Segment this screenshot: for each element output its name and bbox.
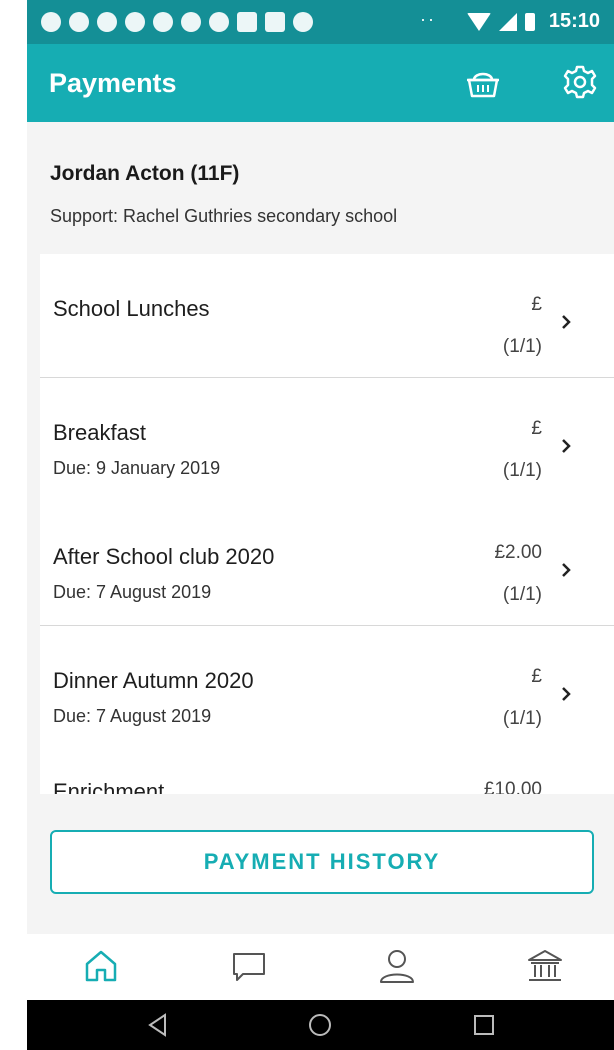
payment-title: Breakfast xyxy=(53,420,146,445)
phone-screen: ·· 15:10 Payments Jordan Acton (11F) Sup… xyxy=(27,0,614,1050)
student-header: Jordan Acton (11F) Support: Rachel Guthr… xyxy=(27,122,614,254)
chat-icon[interactable] xyxy=(229,946,269,986)
chrome-icon xyxy=(125,12,145,32)
chrome-icon xyxy=(97,12,117,32)
page-title: Payments xyxy=(49,68,177,98)
payment-title: After School club 2020 xyxy=(53,544,275,569)
payment-title: School Lunches xyxy=(53,296,210,321)
whatsapp-icon xyxy=(293,12,313,32)
chrome-icon xyxy=(41,12,61,32)
mail-icon xyxy=(237,12,257,32)
student-support: Support: Rachel Guthries secondary schoo… xyxy=(50,206,398,226)
wifi-icon xyxy=(466,12,491,31)
system-navigation-bar xyxy=(27,1000,614,1050)
basket-icon[interactable] xyxy=(465,68,501,100)
system-status: 15:10 xyxy=(466,10,600,33)
bottom-action-area: PAYMENT HISTORY xyxy=(27,794,614,934)
payment-amount: £2.00 xyxy=(494,542,542,563)
payment-amount: £10.00 xyxy=(483,779,542,794)
home-circle-icon[interactable] xyxy=(307,1012,333,1038)
payment-due: Due: 9 January 2019 xyxy=(53,458,221,478)
more-notifications-indicator: ·· xyxy=(420,9,436,29)
payment-count: (1/1) xyxy=(502,584,542,605)
back-icon[interactable] xyxy=(145,1012,171,1038)
image-icon xyxy=(265,12,285,32)
chevron-right-icon xyxy=(562,687,571,701)
chevron-right-icon xyxy=(562,439,571,453)
battery-icon xyxy=(524,12,535,31)
payment-due: Due: 7 August 2019 xyxy=(53,706,212,726)
recents-icon[interactable] xyxy=(471,1012,497,1038)
payment-count: (1/1) xyxy=(502,460,542,481)
payment-history-button[interactable]: PAYMENT HISTORY xyxy=(50,830,594,894)
clock: 15:10 xyxy=(548,10,600,32)
gear-icon[interactable] xyxy=(562,64,598,100)
payment-count: (1/1) xyxy=(502,708,542,729)
list-item[interactable]: School Lunches £ (1/1) xyxy=(40,254,614,378)
signal-icon xyxy=(498,12,517,31)
payment-amount: £ xyxy=(531,294,542,315)
app-bar: Payments xyxy=(27,44,614,122)
payment-amount: £ xyxy=(531,418,542,439)
chrome-icon xyxy=(209,12,229,32)
home-icon[interactable] xyxy=(81,946,121,986)
bank-icon[interactable] xyxy=(525,946,565,986)
chevron-right-icon xyxy=(562,315,571,329)
list-item[interactable]: Enrichment £10.00 xyxy=(40,759,614,794)
bottom-navigation xyxy=(27,934,614,1000)
list-item[interactable]: After School club 2020 Due: 7 August 201… xyxy=(40,502,614,626)
student-name: Jordan Acton (11F) xyxy=(50,162,240,185)
list-item[interactable]: Breakfast Due: 9 January 2019 £ (1/1) xyxy=(40,378,614,502)
chrome-icon xyxy=(153,12,173,32)
status-bar: ·· 15:10 xyxy=(27,0,614,44)
profile-icon[interactable] xyxy=(377,946,417,986)
payment-list[interactable]: School Lunches £ (1/1) Breakfast Due: 9 … xyxy=(40,254,614,794)
payment-title: Enrichment xyxy=(53,779,165,794)
chrome-icon xyxy=(69,12,89,32)
payment-amount: £ xyxy=(531,666,542,687)
payment-due: Due: 7 August 2019 xyxy=(53,582,212,602)
list-item[interactable]: Dinner Autumn 2020 Due: 7 August 2019 £ … xyxy=(40,626,614,750)
chrome-icon xyxy=(181,12,201,32)
notification-icons xyxy=(41,12,313,32)
payment-count: (1/1) xyxy=(502,336,542,357)
payment-title: Dinner Autumn 2020 xyxy=(53,668,254,693)
chevron-right-icon xyxy=(562,563,571,577)
